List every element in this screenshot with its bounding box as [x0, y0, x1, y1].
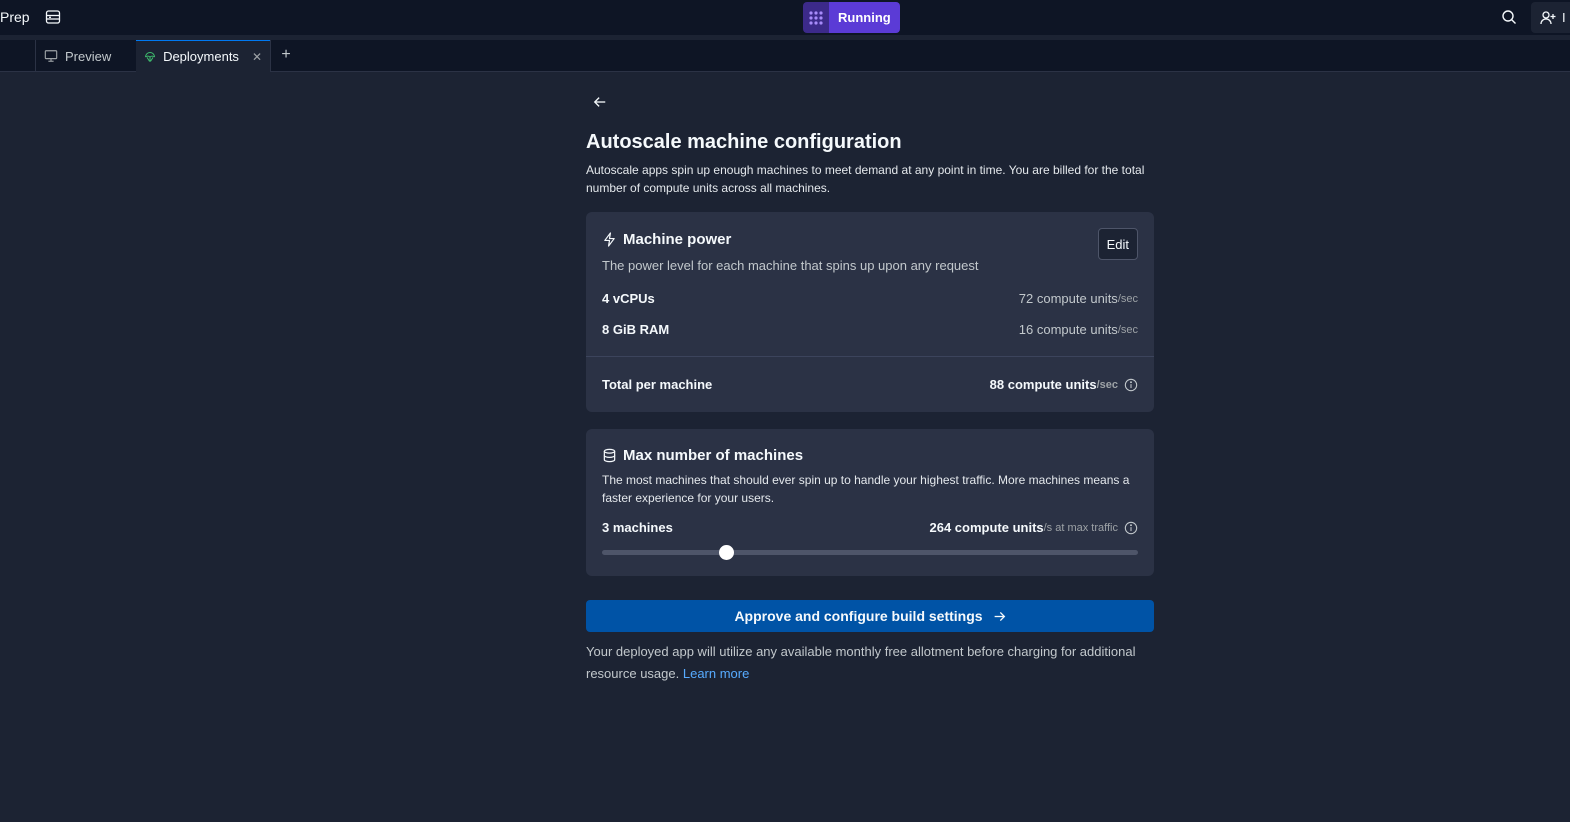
info-icon[interactable]	[1124, 521, 1138, 535]
tab-preview[interactable]: Preview	[36, 40, 136, 72]
edit-button[interactable]: Edit	[1097, 228, 1138, 260]
card-title-text: Machine power	[623, 231, 732, 248]
approve-button[interactable]: Approve and configure build settings	[586, 600, 1154, 632]
arrow-right-icon	[994, 611, 1005, 621]
info-icon[interactable]	[1124, 378, 1138, 392]
lightning-icon	[604, 232, 615, 247]
tab-deployments[interactable]: Deployments ✕	[136, 40, 270, 72]
value-text: 72 compute units	[1018, 291, 1118, 306]
billing-footnote: Your deployed app will utilize any avail…	[586, 641, 1154, 685]
running-button[interactable]: Running	[829, 2, 900, 33]
machines-summary-row: 3 machines 264 compute units/s at max tr…	[602, 520, 1138, 535]
search-icon[interactable]	[1498, 6, 1520, 28]
invite-label: I	[1562, 10, 1566, 25]
layout-icon[interactable]	[42, 6, 64, 28]
card-title-text: Max number of machines	[623, 447, 804, 464]
cpu-label: 4 vCPUs	[602, 291, 655, 306]
add-tab-icon[interactable]: +	[277, 46, 295, 64]
unit-text: /sec	[1096, 378, 1118, 391]
resource-row-ram: 8 GiB RAM 16 compute units/sec	[602, 322, 1138, 337]
machine-power-card: Machine power The power level for each m…	[586, 212, 1154, 412]
page-title: Autoscale machine configuration	[586, 131, 902, 153]
tab-label: Preview	[65, 48, 112, 64]
total-value: 88 compute units/sec	[990, 377, 1138, 392]
page-description: Autoscale apps spin up enough machines t…	[586, 163, 1145, 195]
resource-row-cpu: 4 vCPUs 72 compute units/sec	[602, 291, 1138, 306]
machine-power-title: Machine power	[602, 231, 731, 248]
add-user-icon	[1540, 10, 1556, 24]
total-row: Total per machine 88 compute units/sec	[602, 377, 1138, 392]
unit-text: /sec	[1117, 292, 1138, 305]
run-control[interactable]: Running	[803, 2, 900, 33]
database-icon	[603, 448, 616, 463]
max-machines-description: The most machines that should ever spin …	[602, 473, 1130, 505]
machine-count: 3 machines	[602, 520, 673, 535]
top-bar: Prep Running I	[0, 0, 1570, 35]
machines-slider[interactable]	[602, 545, 1138, 560]
tab-divider	[270, 40, 271, 72]
learn-more-link[interactable]: Learn more	[683, 666, 749, 681]
total-label: Total per machine	[602, 377, 713, 392]
footnote-text: Your deployed app will utilize any avail…	[586, 644, 1136, 681]
close-icon[interactable]: ✕	[252, 50, 262, 64]
value-text: 16 compute units	[1018, 322, 1118, 337]
ram-label: 8 GiB RAM	[602, 322, 670, 337]
back-arrow-icon[interactable]	[590, 92, 610, 112]
tab-label: Deployments	[163, 49, 239, 64]
slider-handle[interactable]	[718, 545, 734, 560]
tab-bar: Preview Deployments ✕ +	[0, 40, 1570, 72]
max-machines-card: Max number of machines The most machines…	[586, 429, 1154, 576]
value-text: 88 compute units	[989, 377, 1097, 392]
invite-button[interactable]: I	[1531, 2, 1570, 33]
approve-label: Approve and configure build settings	[734, 608, 983, 624]
max-compute-value: 264 compute units/s at max traffic	[929, 520, 1138, 535]
max-machines-title: Max number of machines	[602, 447, 803, 464]
value-text: 264 compute units	[929, 520, 1044, 535]
cpu-value: 72 compute units/sec	[1019, 291, 1138, 306]
deployments-icon	[145, 51, 156, 62]
ram-value: 16 compute units/sec	[1019, 322, 1138, 337]
monitor-icon	[44, 50, 58, 62]
unit-text: /sec	[1117, 323, 1138, 336]
app-name[interactable]: Prep	[0, 9, 30, 25]
unit-text: /s at max traffic	[1043, 521, 1118, 534]
divider	[586, 356, 1154, 357]
grid-dots-icon[interactable]	[803, 2, 829, 33]
machine-power-subtitle: The power level for each machine that sp…	[602, 258, 979, 273]
